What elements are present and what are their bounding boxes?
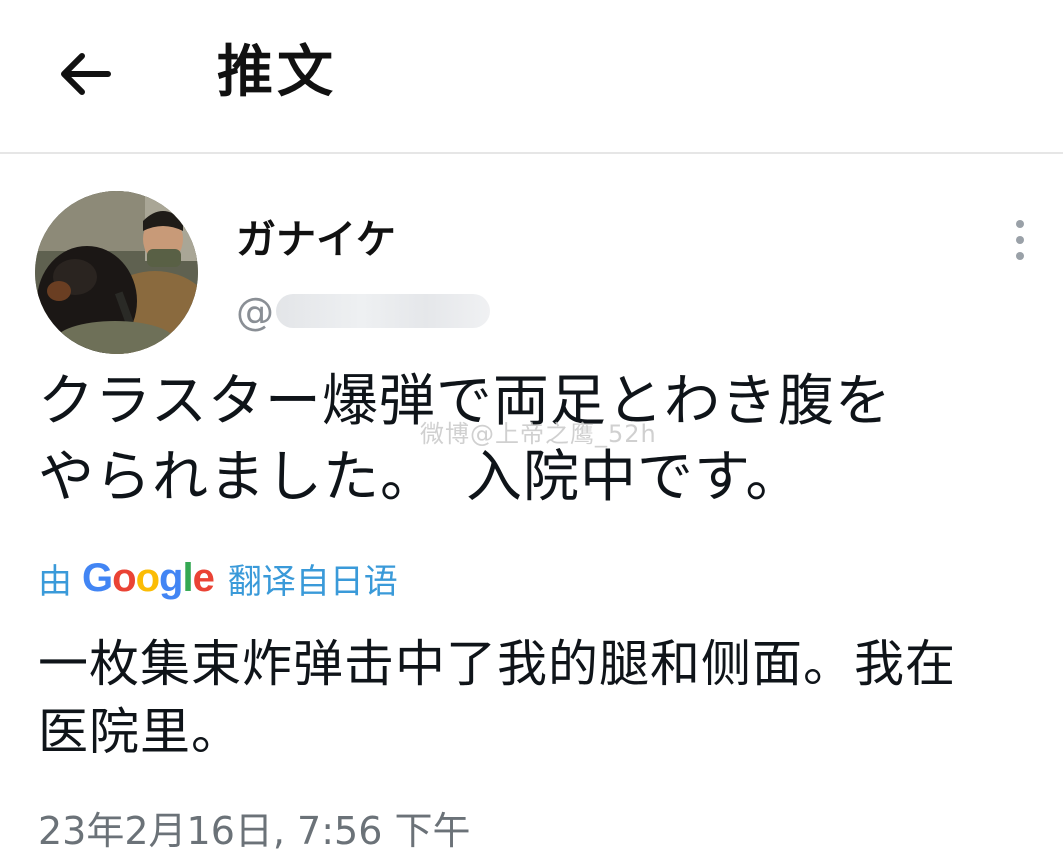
tweet-text-line: やられました。 入院中です。 xyxy=(38,445,803,510)
translated-text: 一枚集束炸弹击中了我的腿和侧面。我在 医院里。 xyxy=(38,630,1038,766)
translated-text-line: 一枚集束炸弹击中了我的腿和侧面。我在 xyxy=(38,635,956,693)
avatar[interactable] xyxy=(35,191,198,354)
back-button[interactable] xyxy=(52,42,116,106)
more-vertical-icon-dot xyxy=(1016,252,1024,260)
profile-photo xyxy=(35,191,198,354)
translate-from-label: 翻译自日语 xyxy=(227,561,398,602)
handle-redaction xyxy=(276,294,490,328)
arrow-left-icon xyxy=(61,53,111,95)
author-name[interactable]: ガナイケ xyxy=(236,214,396,266)
top-bar: 推文 xyxy=(0,0,1063,154)
translate-by-label: 由 xyxy=(38,561,72,602)
google-logo: Google xyxy=(82,555,215,600)
more-options-button[interactable] xyxy=(1006,216,1034,264)
more-vertical-icon-dot xyxy=(1016,236,1024,244)
handle-at-sign: @ xyxy=(236,290,274,334)
author-handle[interactable]: @ xyxy=(236,290,496,334)
translation-attribution[interactable]: 由 Google 翻译自日语 xyxy=(38,555,398,602)
tweet-timestamp[interactable]: 23年2月16日, 7:56 下午 xyxy=(38,806,470,853)
more-vertical-icon xyxy=(1016,220,1024,228)
watermark: 微博@上帝之鹰_52h xyxy=(420,420,657,448)
tweet-page: 推文 ガナイケ @ クラスター爆弾で両足とわき腹を やられました。 入院中です。 xyxy=(0,0,1063,853)
page-title: 推文 xyxy=(217,40,337,105)
translated-text-line: 医院里。 xyxy=(38,703,242,761)
